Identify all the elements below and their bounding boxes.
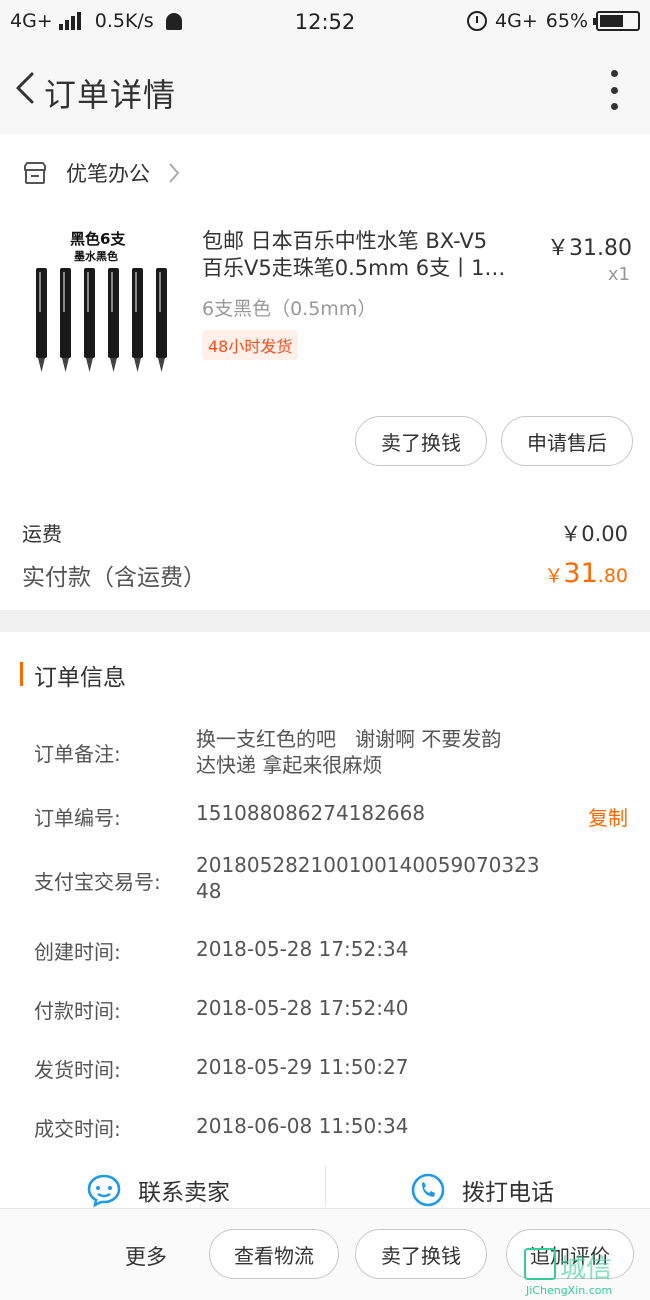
total-paid-label: 实付款（含运费） <box>22 565 206 591</box>
status-bar: 4G+ 0.5K/s 12:52 4G+ 65% <box>0 0 650 44</box>
product-sku: 6支黑色（0.5mm） <box>202 298 377 320</box>
paid-time-label: 付款时间: <box>34 999 121 1023</box>
battery-icon <box>593 11 640 31</box>
order-note-label: 订单备注: <box>34 742 121 766</box>
product-price: ￥31.80 <box>547 236 632 261</box>
back-icon[interactable] <box>10 68 40 108</box>
product-title[interactable]: 包邮 日本百乐中性水笔 BX-V5 百乐V5走珠笔0.5mm 6支丨1… <box>202 228 532 282</box>
call-phone-button[interactable]: 拨打电话 <box>410 1172 554 1208</box>
sell-button-bottom[interactable]: 卖了换钱 <box>355 1229 487 1279</box>
network-label-right: 4G+ <box>495 10 538 32</box>
closed-time-value: 2018-06-08 11:50:34 <box>196 1114 409 1138</box>
alipay-trade-value: 20180528210010014005907032348 <box>196 853 540 903</box>
status-right: 4G+ 65% <box>467 10 640 32</box>
shipped-time-value: 2018-05-29 11:50:27 <box>196 1055 409 1079</box>
pens-illustration <box>36 268 167 372</box>
page-title: 订单详情 <box>44 76 177 114</box>
alarm-icon <box>467 11 488 31</box>
order-note-value: 换一支红色的吧 谢谢啊 不要发韵 达快递 拿起来很麻烦 <box>196 726 546 778</box>
contact-seller-label: 联系卖家 <box>138 1180 230 1206</box>
call-phone-label: 拨打电话 <box>462 1180 554 1206</box>
paid-time-value: 2018-05-28 17:52:40 <box>196 996 409 1020</box>
order-note-line1: 换一支红色的吧 谢谢啊 不要发韵 <box>196 727 502 751</box>
shop-link[interactable]: 优笔办公 <box>22 158 180 188</box>
order-number-label: 订单编号: <box>34 806 121 830</box>
order-info-card: 订单信息 订单备注: 换一支红色的吧 谢谢啊 不要发韵 达快递 拿起来很麻烦 订… <box>0 632 650 1300</box>
after-sale-button[interactable]: 申请售后 <box>501 416 633 466</box>
shipping-tag: 48小时发货 <box>202 330 299 360</box>
shipping-fee-value: ￥0.00 <box>560 522 628 546</box>
total-paid-decimal: .80 <box>597 565 628 587</box>
chevron-right-icon <box>169 163 180 183</box>
total-paid-currency: ￥ <box>544 565 564 587</box>
product-card: 优笔办公 黑色6支 墨水黑色 包邮 日本百乐中性水笔 BX-V5 百乐V5走珠笔… <box>0 134 650 610</box>
contact-divider <box>325 1166 326 1206</box>
nav-bar: 订单详情 <box>0 44 650 134</box>
total-paid-integer: 31 <box>563 558 598 589</box>
created-time-label: 创建时间: <box>34 940 121 964</box>
product-title-line1: 包邮 日本百乐中性水笔 BX-V5 <box>202 229 488 253</box>
created-time-value: 2018-05-28 17:52:34 <box>196 937 409 961</box>
shop-icon <box>24 162 46 184</box>
order-note-line2: 达快递 拿起来很麻烦 <box>196 753 383 777</box>
section-title: 订单信息 <box>34 665 126 691</box>
phone-icon <box>411 1173 445 1207</box>
section-accent-bar <box>20 662 23 686</box>
order-number-value: 151088086274182668 <box>196 801 426 825</box>
watermark-logo-icon <box>524 1248 556 1280</box>
total-paid-value: ￥31.80 <box>544 558 628 589</box>
closed-time-label: 成交时间: <box>34 1117 121 1141</box>
product-title-line2: 百乐V5走珠笔0.5mm 6支丨1… <box>202 256 506 280</box>
sell-button[interactable]: 卖了换钱 <box>355 416 487 466</box>
watermark: 城信 JiChengXin.com <box>524 1248 644 1298</box>
more-menu-icon[interactable] <box>608 70 620 110</box>
copy-button[interactable]: 复制 <box>588 802 628 831</box>
shop-name: 优笔办公 <box>66 162 150 186</box>
contact-seller-button[interactable]: 联系卖家 <box>86 1172 230 1208</box>
alipay-trade-label: 支付宝交易号: <box>34 870 161 894</box>
battery-percent: 65% <box>545 10 588 32</box>
product-quantity: x1 <box>607 264 630 285</box>
watermark-subtext: JiChengXin.com <box>526 1284 613 1297</box>
shipped-time-label: 发货时间: <box>34 1058 121 1082</box>
chat-icon <box>87 1174 121 1208</box>
product-image[interactable]: 黑色6支 墨水黑色 <box>22 224 182 384</box>
watermark-text: 城信 <box>560 1254 613 1284</box>
more-actions-button[interactable]: 更多 <box>125 1241 167 1271</box>
view-logistics-button[interactable]: 查看物流 <box>209 1229 339 1279</box>
shipping-fee-label: 运费 <box>22 522 62 546</box>
